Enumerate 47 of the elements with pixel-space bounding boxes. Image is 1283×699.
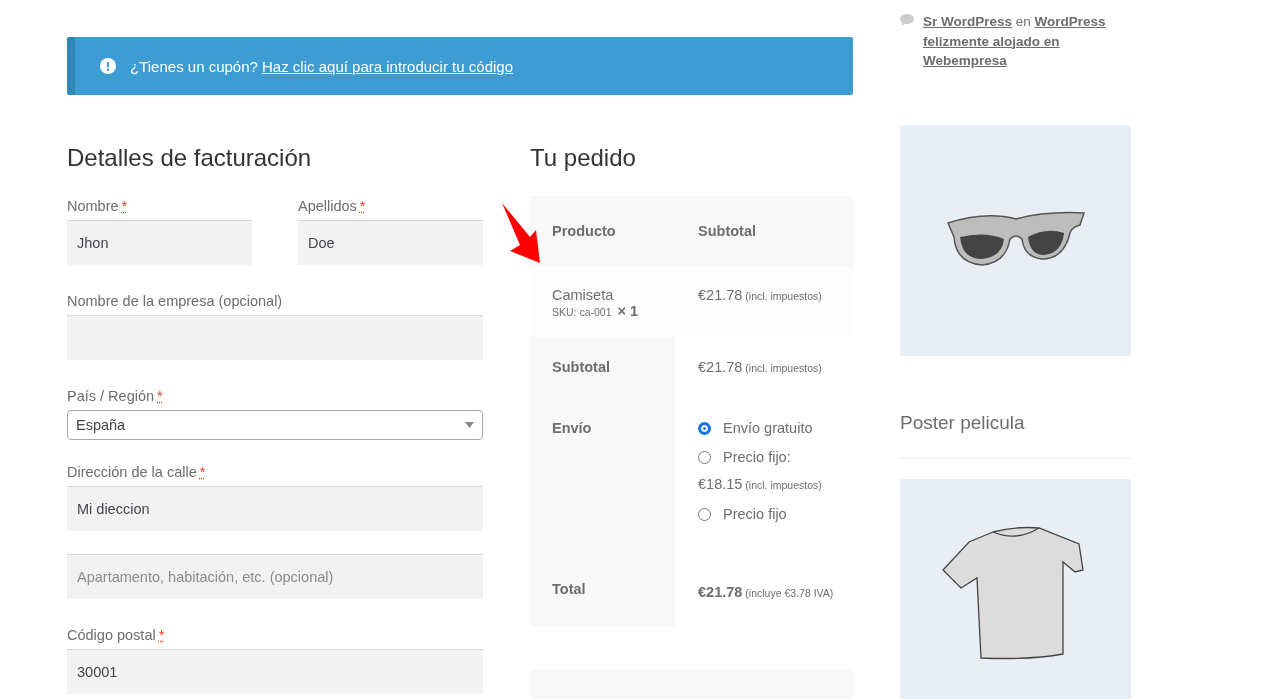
input-field[interactable]: Mi dieccion <box>67 486 483 531</box>
total-price: €21.78 (incluye €3.78 IVA) <box>698 584 834 600</box>
price-text: €18.15 (incl. impuestos) <box>698 475 823 494</box>
field-label: Código postal * <box>67 626 166 645</box>
row-label: Total <box>552 581 586 597</box>
country-select[interactable]: España <box>67 410 483 440</box>
shipping-option[interactable]: Precio fijo <box>698 504 853 524</box>
coupon-link[interactable]: Haz clic aquí para introducir tu código <box>262 57 513 75</box>
required-mark: * <box>359 198 366 214</box>
input-field[interactable]: Jhon <box>67 220 252 265</box>
field-label: Dirección de la calle * <box>67 463 207 482</box>
widget-heading: Poster pelicula <box>900 411 1131 459</box>
sku-text: SKU: ca-001 <box>552 306 612 318</box>
radio-button[interactable] <box>698 450 711 464</box>
input-field[interactable]: Doe <box>298 220 483 265</box>
exclamation-icon <box>100 58 116 74</box>
notice-text: ¿Tienes un cupón? Haz clic aquí para introducir tu código <box>130 57 513 75</box>
row-label: Envío <box>552 420 592 436</box>
required-mark: * <box>199 464 206 480</box>
speech-bubble-icon <box>900 14 914 26</box>
comment-text: Sr WordPress en WordPress felizmente alojado en Webempresa <box>923 13 1107 70</box>
shipping-option[interactable]: Envío gratuito <box>698 418 853 438</box>
row-label: Subtotal <box>530 337 675 398</box>
input-field[interactable]: 30001 <box>67 649 483 694</box>
field-label: Apellidos * <box>298 197 367 216</box>
field-label: Nombre * <box>67 197 129 216</box>
column-header: Subtotal <box>675 196 853 267</box>
author-link[interactable]: Sr WordPress <box>923 14 1013 29</box>
price-text: €21.78 (incl. impuestos) <box>698 359 822 375</box>
input-field[interactable] <box>67 315 483 360</box>
section-heading: Detalles de facturación <box>67 143 313 173</box>
required-mark: * <box>157 388 163 404</box>
input-field[interactable]: Apartamento, habitación, etc. (opcional) <box>67 554 483 599</box>
field-label: País / Región * <box>67 387 164 406</box>
annotation-arrow <box>500 203 542 263</box>
radio-button[interactable] <box>698 421 711 435</box>
column-header: Producto <box>530 196 675 267</box>
radio-button[interactable] <box>698 507 711 521</box>
section-heading: Tu pedido <box>530 143 637 173</box>
required-mark: * <box>158 627 165 643</box>
dropdown-caret-icon <box>465 422 474 428</box>
product-name: Camiseta <box>552 287 615 303</box>
quantity-text: × 1 <box>617 303 639 319</box>
required-mark: * <box>121 198 128 214</box>
product-image[interactable] <box>900 124 1131 356</box>
shipping-option[interactable]: Precio fijo: <box>698 447 853 467</box>
field-label: Nombre de la empresa (opcional) <box>67 292 284 311</box>
